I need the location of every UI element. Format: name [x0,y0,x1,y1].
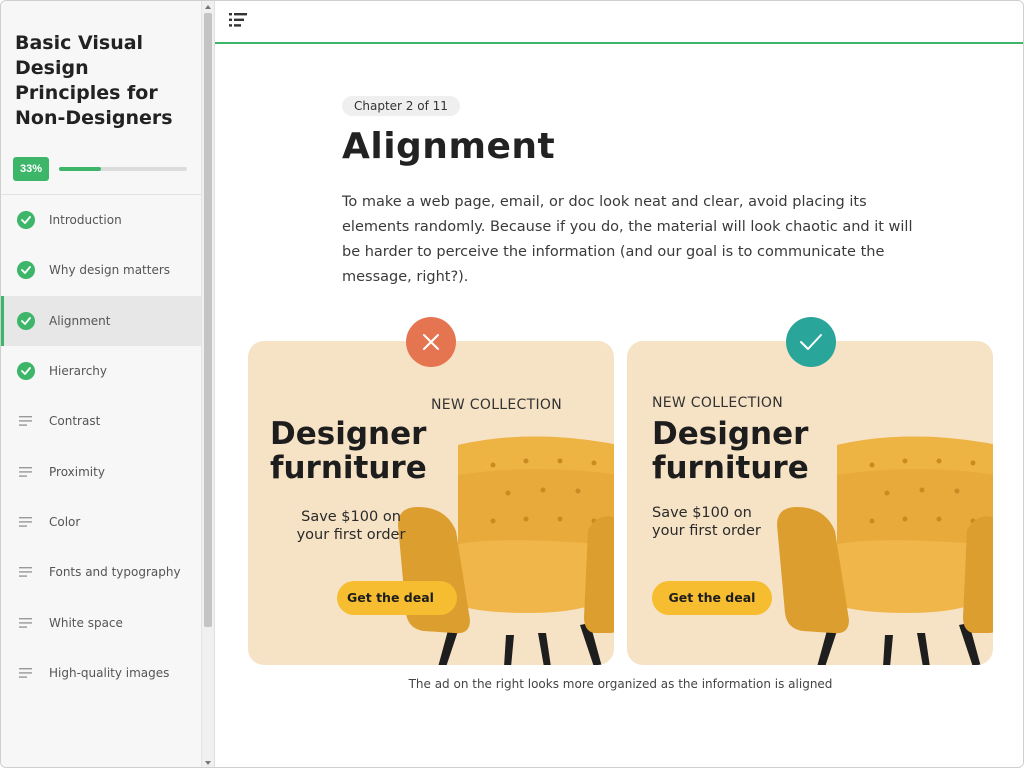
ad-headline: Designer furniture [652,417,809,485]
chapter-badge: Chapter 2 of 11 [342,96,460,116]
sidebar-item-label: Contrast [49,414,101,429]
sidebar-item-label: Proximity [49,464,105,479]
scroll-up-arrow-icon[interactable] [205,5,211,9]
image-caption: The ad on the right looks more organized… [408,677,833,691]
course-sidebar: Basic Visual Design Principles for Non-D… [1,1,202,767]
text-lines-icon [17,563,35,581]
sidebar-item-contrast[interactable]: Contrast [1,396,201,446]
check-circle-icon [17,311,35,330]
ad-offer-line-2: your first order [296,527,406,543]
check-circle-icon [17,362,35,381]
course-progress: 33% [13,157,189,181]
ad-offer-line-2: your first order [652,523,761,539]
check-circle-icon [17,211,35,230]
ad-headline-line-2: furniture [652,450,809,486]
ad-kicker: NEW COLLECTION [431,397,562,413]
text-lines-icon [17,614,35,632]
ad-headline: Designer furniture [270,417,427,485]
ad-kicker: NEW COLLECTION [652,395,783,411]
chapter-nav: Introduction Why design matters Alignment H… [1,195,201,698]
top-bar [215,1,1023,44]
ad-headline-line-1: Designer [652,416,809,452]
check-mark-icon [786,317,836,367]
sidebar-item-alignment[interactable]: Alignment [1,295,201,347]
ad-offer-line-1: Save $100 on [652,505,752,521]
sidebar-item-fonts-and-typography[interactable]: Fonts and typography [1,547,201,597]
get-the-deal-button[interactable]: Get the deal [337,581,457,615]
sidebar-item-label: White space [49,615,123,630]
text-lines-icon [17,412,35,430]
scroll-down-arrow-icon[interactable] [205,761,211,765]
page-title: Alignment [342,126,556,167]
text-lines-icon [17,463,35,481]
sidebar-item-high-quality-images[interactable]: High-quality images [1,648,201,698]
text-lines-icon [17,513,35,531]
list-menu-icon[interactable] [229,13,247,27]
armchair-image [398,436,614,665]
sidebar-item-label: High-quality images [49,665,170,680]
course-title: Basic Visual Design Principles for Non-D… [15,32,173,129]
ad-offer-line-1: Save $100 on [301,509,401,525]
sidebar-item-label: Hierarchy [49,364,108,379]
sidebar-item-why-design-matters[interactable]: Why design matters [1,245,201,295]
app-window: Basic Visual Design Principles for Non-D… [0,0,1024,768]
lesson-content: Chapter 2 of 11 Alignment To make a web … [215,44,1023,767]
sidebar-item-label: Color [49,514,81,529]
progress-badge: 33% [13,157,49,181]
sidebar-scrollbar[interactable] [202,1,215,767]
sidebar-item-color[interactable]: Color [1,497,201,547]
armchair-image [777,436,993,665]
intro-paragraph: To make a web page, email, or doc look n… [342,194,913,285]
get-the-deal-button[interactable]: Get the deal [652,581,772,615]
sidebar-item-label: Why design matters [49,263,171,278]
ad-headline-line-2: furniture [270,450,427,486]
ad-example-misaligned: NEW COLLECTION Designer furniture Save $… [248,341,614,665]
sidebar-item-introduction[interactable]: Introduction [1,195,201,245]
ad-example-aligned: NEW COLLECTION Designer furniture Save $… [627,341,993,665]
progress-fill [59,167,102,171]
sidebar-item-proximity[interactable]: Proximity [1,446,201,496]
ad-offer: Save $100 on your first order [652,504,761,540]
progress-track [59,167,187,171]
sidebar-item-label: Introduction [49,213,122,228]
sidebar-item-hierarchy[interactable]: Hierarchy [1,346,201,396]
check-circle-icon [17,261,35,280]
x-mark-icon [406,317,456,367]
ad-offer: Save $100 on your first order [276,508,426,544]
scrollbar-thumb[interactable] [204,13,212,627]
sidebar-item-label: Alignment [49,313,111,328]
sidebar-item-white-space[interactable]: White space [1,597,201,647]
text-lines-icon [17,664,35,682]
ad-headline-line-1: Designer [270,416,427,452]
sidebar-item-label: Fonts and typography [49,565,181,580]
